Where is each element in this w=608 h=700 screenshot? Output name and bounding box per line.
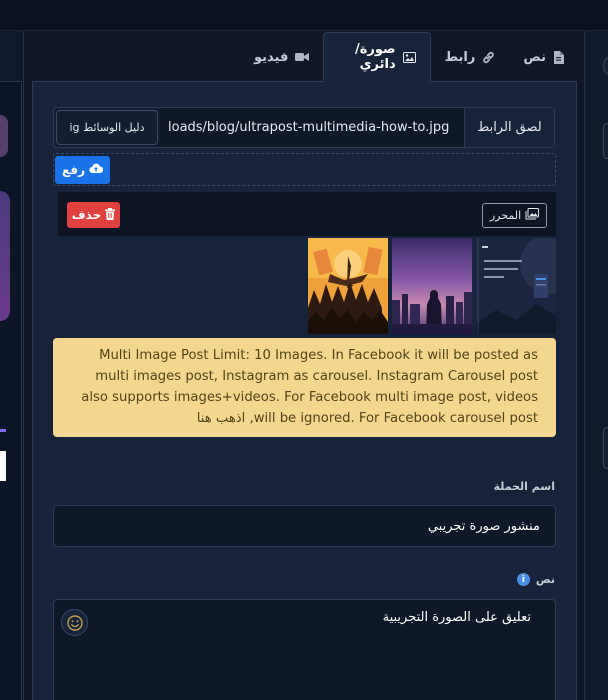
right-side-panel <box>584 31 608 700</box>
post-type-tabs: نص رابط صورة/دائري فيديو <box>240 32 578 82</box>
editor-button[interactable]: المحرر <box>482 203 547 228</box>
right-panel-field-2[interactable] <box>603 427 608 469</box>
emoji-picker-button[interactable] <box>61 609 88 636</box>
media-url-input[interactable] <box>160 108 464 147</box>
message-label: نص i <box>516 573 555 586</box>
tab-image-label: صورة/دائري <box>355 42 396 72</box>
video-camera-icon <box>295 52 310 62</box>
tab-image-carousel[interactable]: صورة/دائري <box>323 32 431 82</box>
gallery-thumbnail-concert[interactable] <box>308 238 388 334</box>
right-panel-field[interactable] <box>603 123 608 159</box>
left-preview-frame <box>0 81 22 700</box>
message-textarea-value: تعليق على الصورة التجريبية <box>382 610 531 625</box>
upload-button[interactable]: رفع <box>55 156 110 184</box>
carousel-limit-notice: Multi Image Post Limit: 10 Images. In Fa… <box>53 338 556 437</box>
tab-link-label: رابط <box>444 49 476 65</box>
tab-text[interactable]: نص <box>509 32 578 82</box>
left-preview-block <box>0 451 6 481</box>
upload-dropzone[interactable] <box>53 153 556 186</box>
left-preview-avatar <box>0 115 8 157</box>
url-input-group: لصق الرابط دليل الوسائط ig <box>53 107 555 148</box>
info-icon[interactable]: i <box>516 573 530 586</box>
right-panel-toggle[interactable] <box>603 55 608 77</box>
gallery-thumbnail-city-sunset[interactable] <box>392 238 472 334</box>
campaign-name-input[interactable] <box>53 505 556 547</box>
upload-label: رفع <box>62 163 85 177</box>
tab-video[interactable]: فيديو <box>240 32 323 82</box>
left-preview-progress <box>0 429 6 432</box>
left-side-panel <box>0 31 24 700</box>
message-textarea[interactable]: تعليق على الصورة التجريبية <box>53 599 556 700</box>
cloud-upload-icon <box>89 163 104 177</box>
tab-link[interactable]: رابط <box>431 32 510 82</box>
top-bar <box>0 0 608 31</box>
tab-video-label: فيديو <box>254 49 289 65</box>
gallery-thumbnail-tutorial[interactable] <box>476 238 556 334</box>
link-icon <box>482 51 495 64</box>
left-preview-image <box>0 191 10 321</box>
delete-label: حذف <box>71 208 102 222</box>
media-directory-button[interactable]: دليل الوسائط ig <box>56 110 158 145</box>
url-label: لصق الرابط <box>464 108 554 147</box>
campaign-name-label: اسم الحملة <box>494 480 555 493</box>
delete-button[interactable]: حذف <box>67 202 120 228</box>
trash-icon <box>105 207 116 223</box>
message-label-text: نص <box>535 573 555 586</box>
editor-label: المحرر <box>489 209 522 222</box>
campaign-name-label-text: اسم الحملة <box>493 480 555 493</box>
smiley-icon <box>66 614 83 631</box>
document-icon <box>553 50 564 64</box>
tab-text-label: نص <box>523 49 546 65</box>
images-icon <box>525 208 540 223</box>
image-icon <box>402 51 416 63</box>
